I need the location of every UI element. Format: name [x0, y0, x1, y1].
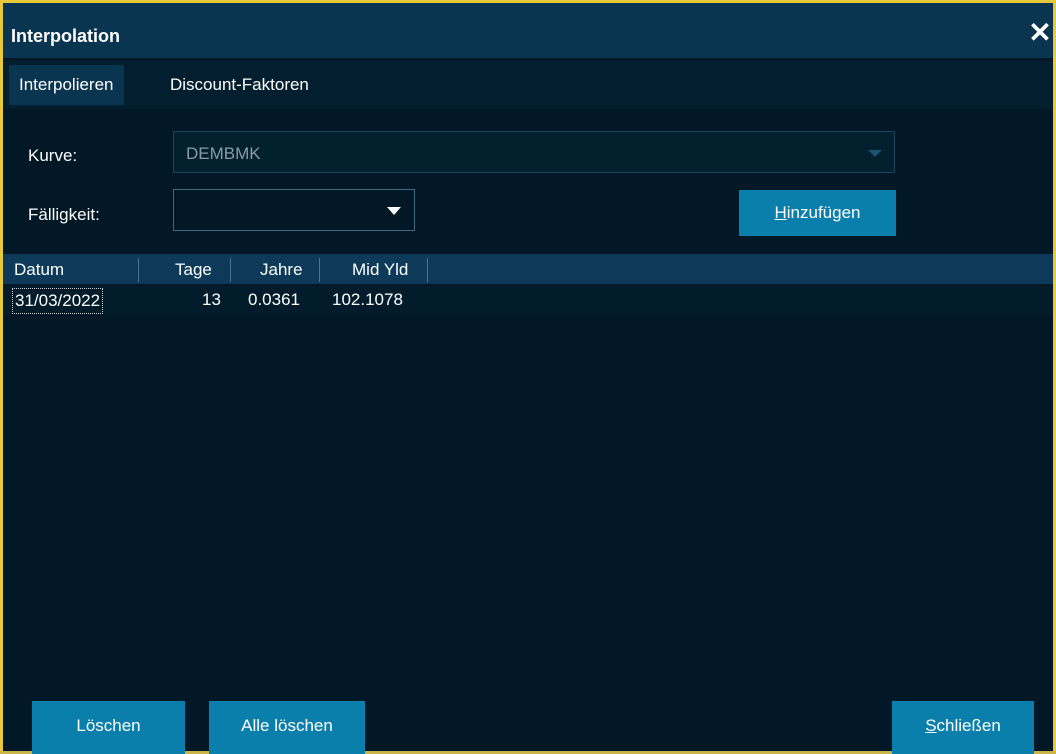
tab-bar: Interpolieren Discount-Faktoren	[3, 61, 1053, 109]
hinzufuegen-button[interactable]: Hinzufügen	[739, 190, 896, 236]
window-title: Interpolation	[11, 26, 120, 46]
column-resize-handle[interactable]	[230, 258, 231, 282]
table-row[interactable]: 31/03/2022 13 0.0361 102.1078	[3, 286, 1053, 314]
tab-interpolieren[interactable]: Interpolieren	[9, 65, 124, 105]
chevron-down-icon	[868, 150, 882, 157]
column-header-jahre[interactable]: Jahre	[260, 259, 303, 281]
kurve-dropdown[interactable]: DEMBMK	[173, 131, 895, 173]
cell-mid-yld[interactable]: 102.1078	[332, 290, 403, 310]
interpolation-dialog: Interpolation ✕ Interpolieren Discount-F…	[0, 0, 1056, 754]
column-resize-handle[interactable]	[138, 258, 139, 282]
column-header-mid-yld[interactable]: Mid Yld	[352, 259, 408, 281]
alle-loeschen-button[interactable]: Alle löschen	[209, 701, 365, 754]
kurve-label: Kurve:	[28, 146, 78, 165]
grid-header: Datum Tage Jahre Mid Yld	[3, 254, 1053, 284]
hinzufuegen-label: inzufügen	[786, 203, 861, 222]
hinzufuegen-accel: H	[774, 203, 787, 222]
loeschen-button[interactable]: Löschen	[32, 701, 185, 754]
column-resize-handle[interactable]	[427, 258, 428, 282]
schliessen-button[interactable]: Schließen	[892, 701, 1034, 754]
column-header-tage[interactable]: Tage	[175, 259, 212, 281]
cell-tage[interactable]: 13	[202, 290, 221, 310]
close-icon[interactable]: ✕	[1027, 19, 1053, 47]
column-header-datum[interactable]: Datum	[14, 259, 64, 281]
title-bar: Interpolation ✕	[3, 3, 1053, 58]
faelligkeit-dropdown[interactable]	[173, 189, 415, 231]
schliessen-accel: S	[925, 716, 937, 735]
cell-datum[interactable]: 31/03/2022	[12, 288, 104, 314]
cell-jahre[interactable]: 0.0361	[248, 290, 300, 310]
faelligkeit-label: Fälligkeit:	[28, 205, 100, 224]
schliessen-label: chließen	[936, 716, 1001, 735]
column-resize-handle[interactable]	[319, 258, 320, 282]
tab-discount-faktoren[interactable]: Discount-Faktoren	[160, 65, 319, 105]
kurve-value: DEMBMK	[186, 144, 261, 163]
chevron-down-icon	[387, 207, 401, 215]
